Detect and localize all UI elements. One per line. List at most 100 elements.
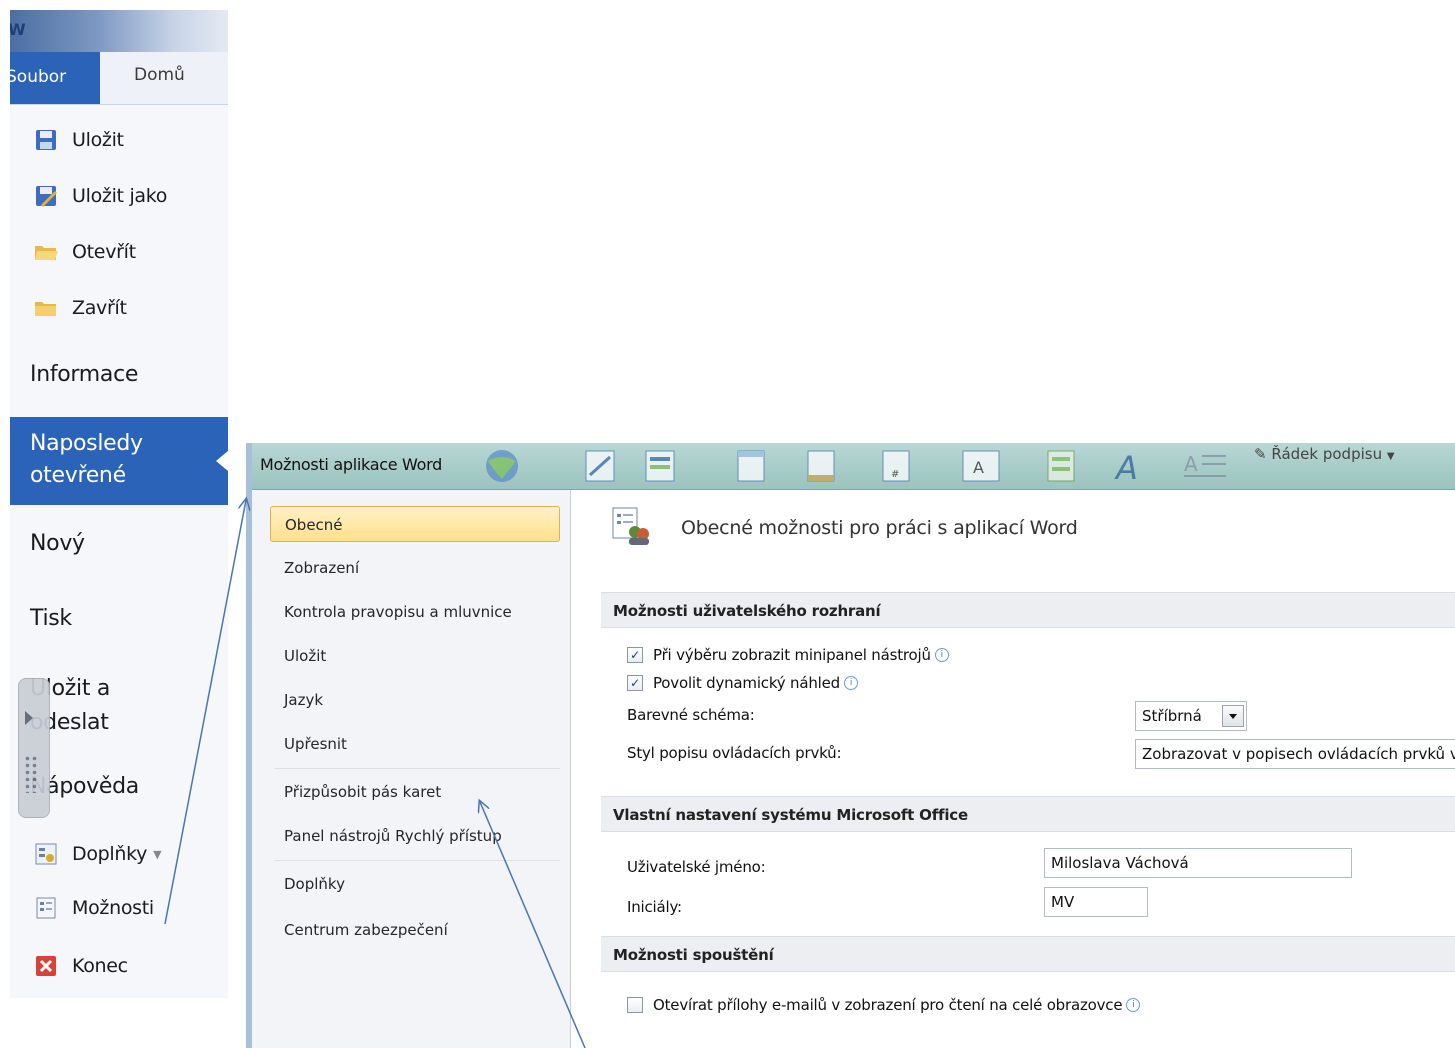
ribbon-doc-icon xyxy=(645,450,675,482)
menu-doplnky-label: Doplňky xyxy=(72,843,148,865)
section-ui-options: Možnosti uživatelského rozhraní xyxy=(601,592,1455,628)
option-live-preview[interactable]: ✓ Povolit dynamický náhled i xyxy=(627,674,858,692)
color-scheme-select[interactable]: Stříbrná xyxy=(1135,701,1247,731)
dialog-titlebar: # A A A ✎ Řádek podpisu ▼ Možnosti aplik… xyxy=(252,443,1455,490)
info-icon: i xyxy=(934,648,949,662)
tab-domu[interactable]: Domů xyxy=(134,52,185,104)
svg-text:#: # xyxy=(891,469,899,480)
ribbon-page-icon xyxy=(807,450,835,482)
dropdown-arrow-icon: ▼ xyxy=(1386,451,1395,462)
initials-label: Iniciály: xyxy=(627,898,682,916)
ribbon-wordart-icon: A xyxy=(1114,449,1138,483)
ribbon-signature-label: Řádek podpisu xyxy=(1271,445,1383,463)
section-office-settings: Vlastní nastavení systému Microsoft Offi… xyxy=(601,796,1455,832)
menu-recent-line1: Naposledy xyxy=(30,431,143,456)
options-nav: Obecné Zobrazení Kontrola pravopisu a ml… xyxy=(252,490,571,1048)
menu-moznosti-label: Možnosti xyxy=(72,897,154,919)
ribbon-page-icon xyxy=(737,450,765,482)
menu-save-as-label: Uložit jako xyxy=(72,185,168,207)
close-folder-icon xyxy=(34,296,58,320)
tooltip-style-select[interactable]: Zobrazovat v popisech ovládacích prvků v… xyxy=(1135,739,1455,769)
menu-recent[interactable]: Naposledy otevřené xyxy=(10,417,228,505)
tooltip-style-value: Zobrazovat v popisech ovládacích prvků v… xyxy=(1142,745,1455,763)
exit-icon xyxy=(34,954,58,978)
menu-novy[interactable]: Nový xyxy=(30,531,85,556)
open-folder-icon xyxy=(34,240,58,264)
username-input[interactable]: Miloslava Váchová xyxy=(1044,848,1352,878)
color-scheme-value: Stříbrná xyxy=(1142,707,1202,725)
option-open-attachments-label: Otevírat přílohy e-mailů v zobrazení pro… xyxy=(653,996,1123,1014)
menu-tisk[interactable]: Tisk xyxy=(30,606,72,631)
nav-ulozit[interactable]: Uložit xyxy=(270,638,560,674)
options-main-panel: Obecné možnosti pro práci s aplikací Wor… xyxy=(571,490,1455,1048)
menu-save-label: Uložit xyxy=(72,129,124,151)
nav-divider xyxy=(274,768,560,769)
ribbon-signature-line: ✎ Řádek podpisu ▼ xyxy=(1254,445,1395,463)
save-icon xyxy=(34,128,58,152)
nav-divider xyxy=(274,860,560,861)
menu-doplnky[interactable]: Doplňky ▼ xyxy=(10,832,228,876)
option-live-preview-label: Povolit dynamický náhled xyxy=(653,674,840,692)
menu-close-label: Zavřít xyxy=(72,297,127,319)
menu-konec-label: Konec xyxy=(72,955,128,977)
initials-input[interactable]: MV xyxy=(1044,887,1148,917)
nav-prizpusobit-pas-karet[interactable]: Přizpůsobit pás karet xyxy=(270,774,560,810)
svg-text:A: A xyxy=(1184,452,1198,476)
nav-obecne[interactable]: Obecné xyxy=(270,506,560,542)
section-startup: Možnosti spouštění xyxy=(601,936,1455,972)
nav-panel-rychly-pristup[interactable]: Panel nástrojů Rychlý přístup xyxy=(270,818,560,854)
menu-konec[interactable]: Konec xyxy=(10,944,228,988)
general-options-icon xyxy=(612,507,649,545)
menu-save-as[interactable]: Uložit jako xyxy=(10,174,228,218)
options-icon xyxy=(34,896,58,920)
addins-icon xyxy=(34,842,58,866)
nav-upresnit[interactable]: Upřesnit xyxy=(270,726,560,762)
menu-informace[interactable]: Informace xyxy=(30,362,138,387)
ribbon-page-number-icon: # xyxy=(882,450,910,482)
nav-centrum-zabezpeceni[interactable]: Centrum zabezpečení xyxy=(270,912,560,948)
globe-icon xyxy=(486,450,518,482)
ribbon-quickparts-icon xyxy=(1047,450,1075,482)
option-minitoolbar[interactable]: ✓ Při výběru zobrazit minipanel nástrojů… xyxy=(627,646,949,664)
svg-text:A: A xyxy=(973,458,984,477)
color-scheme-label: Barevné schéma: xyxy=(627,706,755,724)
checkbox-live-preview[interactable]: ✓ xyxy=(627,675,643,691)
word-options-dialog: # A A A ✎ Řádek podpisu ▼ Možnosti aplik… xyxy=(246,443,1455,1048)
nav-kontrola-pravopisu[interactable]: Kontrola pravopisu a mluvnice xyxy=(270,594,560,630)
nav-jazyk[interactable]: Jazyk xyxy=(270,682,560,718)
dropdown-arrow-icon: ▼ xyxy=(153,847,162,861)
file-backstage-menu: W Soubor Domů Uložit Uložit jako Otevřít… xyxy=(10,10,228,998)
nav-zobrazeni[interactable]: Zobrazení xyxy=(270,550,560,586)
ribbon-tab-strip: Soubor Domů xyxy=(10,52,228,105)
save-as-icon xyxy=(34,184,58,208)
selection-notch xyxy=(216,451,228,471)
side-panel-handle[interactable] xyxy=(18,678,50,818)
tooltip-style-label: Styl popisu ovládacích prvků: xyxy=(627,744,842,762)
ribbon-textbox-icon: A xyxy=(962,450,1000,482)
grip-dots-icon xyxy=(24,755,38,793)
dropdown-arrow-icon[interactable] xyxy=(1222,705,1244,727)
ribbon-doc-icon xyxy=(585,450,615,482)
signature-icon: ✎ xyxy=(1254,445,1267,463)
username-label: Uživatelské jméno: xyxy=(627,858,766,876)
menu-open[interactable]: Otevřít xyxy=(10,230,228,274)
menu-recent-line2: otevřené xyxy=(30,463,126,488)
nav-doplnky[interactable]: Doplňky xyxy=(270,866,560,902)
checkbox-open-attachments[interactable] xyxy=(627,997,643,1013)
option-open-attachments[interactable]: Otevírat přílohy e-mailů v zobrazení pro… xyxy=(627,996,1141,1014)
tab-soubor[interactable]: Soubor xyxy=(10,52,100,104)
page-heading: Obecné možnosti pro práci s aplikací Wor… xyxy=(681,517,1078,539)
info-icon: i xyxy=(843,676,858,690)
menu-moznosti[interactable]: Možnosti xyxy=(10,886,228,930)
checkbox-minitoolbar[interactable]: ✓ xyxy=(627,647,643,663)
info-icon: i xyxy=(1126,998,1141,1012)
word-app-icon: W xyxy=(10,20,26,39)
svg-text:A: A xyxy=(1114,449,1138,483)
menu-open-label: Otevřít xyxy=(72,241,136,263)
menu-close[interactable]: Zavřít xyxy=(10,286,228,330)
ribbon-dropcap-icon: A xyxy=(1184,452,1226,477)
option-minitoolbar-label: Při výběru zobrazit minipanel nástrojů xyxy=(653,646,931,664)
expand-arrow-icon xyxy=(25,711,33,725)
menu-save[interactable]: Uložit xyxy=(10,118,228,162)
dialog-title: Možnosti aplikace Word xyxy=(260,455,442,474)
